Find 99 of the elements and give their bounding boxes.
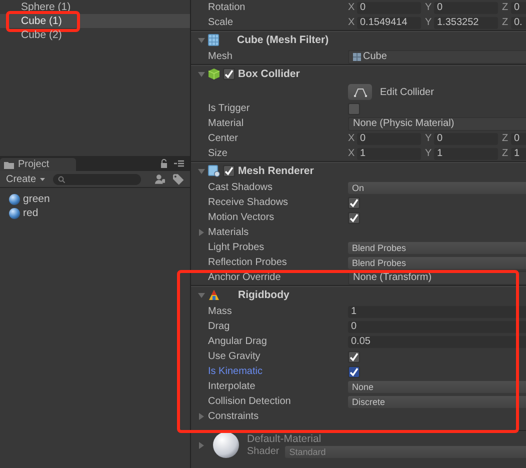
property-label: Is Kinematic [208,366,264,377]
asset-name[interactable]: green [23,193,50,205]
search-field[interactable] [53,174,141,184]
property-label: Collision Detection [208,396,292,407]
number-field[interactable]: 1 [511,148,526,160]
axis-label: Y [425,17,433,28]
object-field[interactable]: None (Physic Material) [348,116,526,130]
checkbox[interactable] [348,350,360,362]
axis-label: Y [425,2,433,13]
axis-label: X [348,148,356,159]
dropdown[interactable]: On [348,182,526,194]
collapse-arrow-icon[interactable] [198,70,205,78]
folder-icon [4,160,14,168]
component-title: Box Collider [238,68,300,80]
property-label: Size [208,148,228,159]
number-field[interactable]: 1 [348,306,526,318]
property-label: Motion Vectors [208,212,276,223]
axis-label: Z [502,133,510,144]
number-field[interactable]: 0 [511,2,526,14]
hierarchy-item[interactable]: Cube (2) [0,28,190,42]
dropdown[interactable]: Blend Probes [348,256,526,268]
sphere-icon [9,194,20,204]
lock-icon[interactable] [160,159,168,168]
number-field[interactable]: 0 [357,132,421,144]
property-label: Light Probes [208,242,266,253]
number-field[interactable]: 1 [434,148,498,160]
shapes-icon [208,289,220,301]
number-field[interactable]: 0. [511,16,526,28]
caret-icon [40,178,46,180]
number-field[interactable]: 1 [357,148,421,160]
axis-label: X [348,17,356,28]
number-field[interactable]: 0.05 [348,336,526,348]
checkbox[interactable] [348,366,360,378]
number-field[interactable]: 0 [434,2,498,14]
property-label: Angular Drag [208,336,268,347]
property-label: Scale [208,17,234,28]
tag-icon[interactable] [173,174,184,184]
edit-collider-button[interactable] [348,84,372,100]
collapse-arrow-icon[interactable] [198,168,205,174]
number-field[interactable]: 0 [357,2,421,14]
axis-label: X [348,2,356,13]
object-field[interactable]: Cube [348,50,526,64]
dropdown[interactable]: None [348,380,526,392]
foldout-label[interactable]: Constraints [198,411,355,422]
axis-label: Z [502,148,510,159]
collapse-arrow-icon[interactable] [198,292,205,298]
hierarchy-item[interactable]: Cube (1) [0,14,190,28]
axis-label: Z [502,17,510,28]
axis-label: Y [425,148,433,159]
property-label: Reflection Probes [208,257,288,268]
asset-name[interactable]: red [23,207,38,219]
number-field[interactable]: 0 [434,132,498,144]
component-title: Cube (Mesh Filter) [237,34,329,46]
project-tab[interactable]: Project [0,158,76,171]
checkbox[interactable] [223,165,235,177]
expand-arrow-icon[interactable] [198,442,205,448]
property-label: Interpolate [208,381,256,392]
property-label: Is Trigger [208,103,251,114]
property-label: Center [208,133,240,144]
menu-icon[interactable] [174,160,184,167]
checkbox[interactable] [223,68,235,80]
property-label: Anchor Override [208,272,282,283]
property-label: Mesh [208,51,234,62]
sphere-icon [9,208,20,218]
axis-label: Z [502,2,510,13]
sphere-icon [213,432,239,458]
button-label: Edit Collider [380,86,434,98]
checkbox[interactable] [348,212,360,224]
checkbox[interactable] [348,102,360,114]
shader-label: Shader [247,446,280,457]
cube-icon [208,68,220,80]
axis-label: X [348,133,356,144]
number-field[interactable]: 0 [511,132,526,144]
dropdown[interactable]: Discrete [348,396,526,408]
material-name: Default-Material [247,432,322,444]
search-icon [58,176,66,182]
number-field[interactable]: 1.353252 [434,16,498,28]
expand-arrow-icon[interactable] [198,229,205,236]
filter-icon[interactable] [154,174,166,184]
property-label: Receive Shadows [208,197,290,208]
component-title: Mesh Renderer [238,165,314,177]
property-label: Mass [208,306,233,317]
expand-arrow-icon[interactable] [198,413,205,420]
tab-label: Project [18,159,50,170]
component-title: Rigidbody [238,289,290,301]
property-label: Material [208,118,245,129]
shape-edit-icon [354,88,366,96]
property-label: Cast Shadows [208,182,274,193]
axis-label: Y [425,133,433,144]
checkbox[interactable] [348,196,360,208]
dropdown[interactable]: Blend Probes [348,242,526,254]
collapse-arrow-icon[interactable] [198,36,205,44]
property-label: Rotation [208,2,246,13]
foldout-label[interactable]: Materials [198,227,355,238]
number-field[interactable]: 0.1549414 [357,16,421,28]
number-field[interactable]: 0 [348,320,526,332]
property-label: Use Gravity [208,351,262,362]
create-button[interactable]: Create [6,174,46,184]
property-label: Drag [208,321,231,332]
